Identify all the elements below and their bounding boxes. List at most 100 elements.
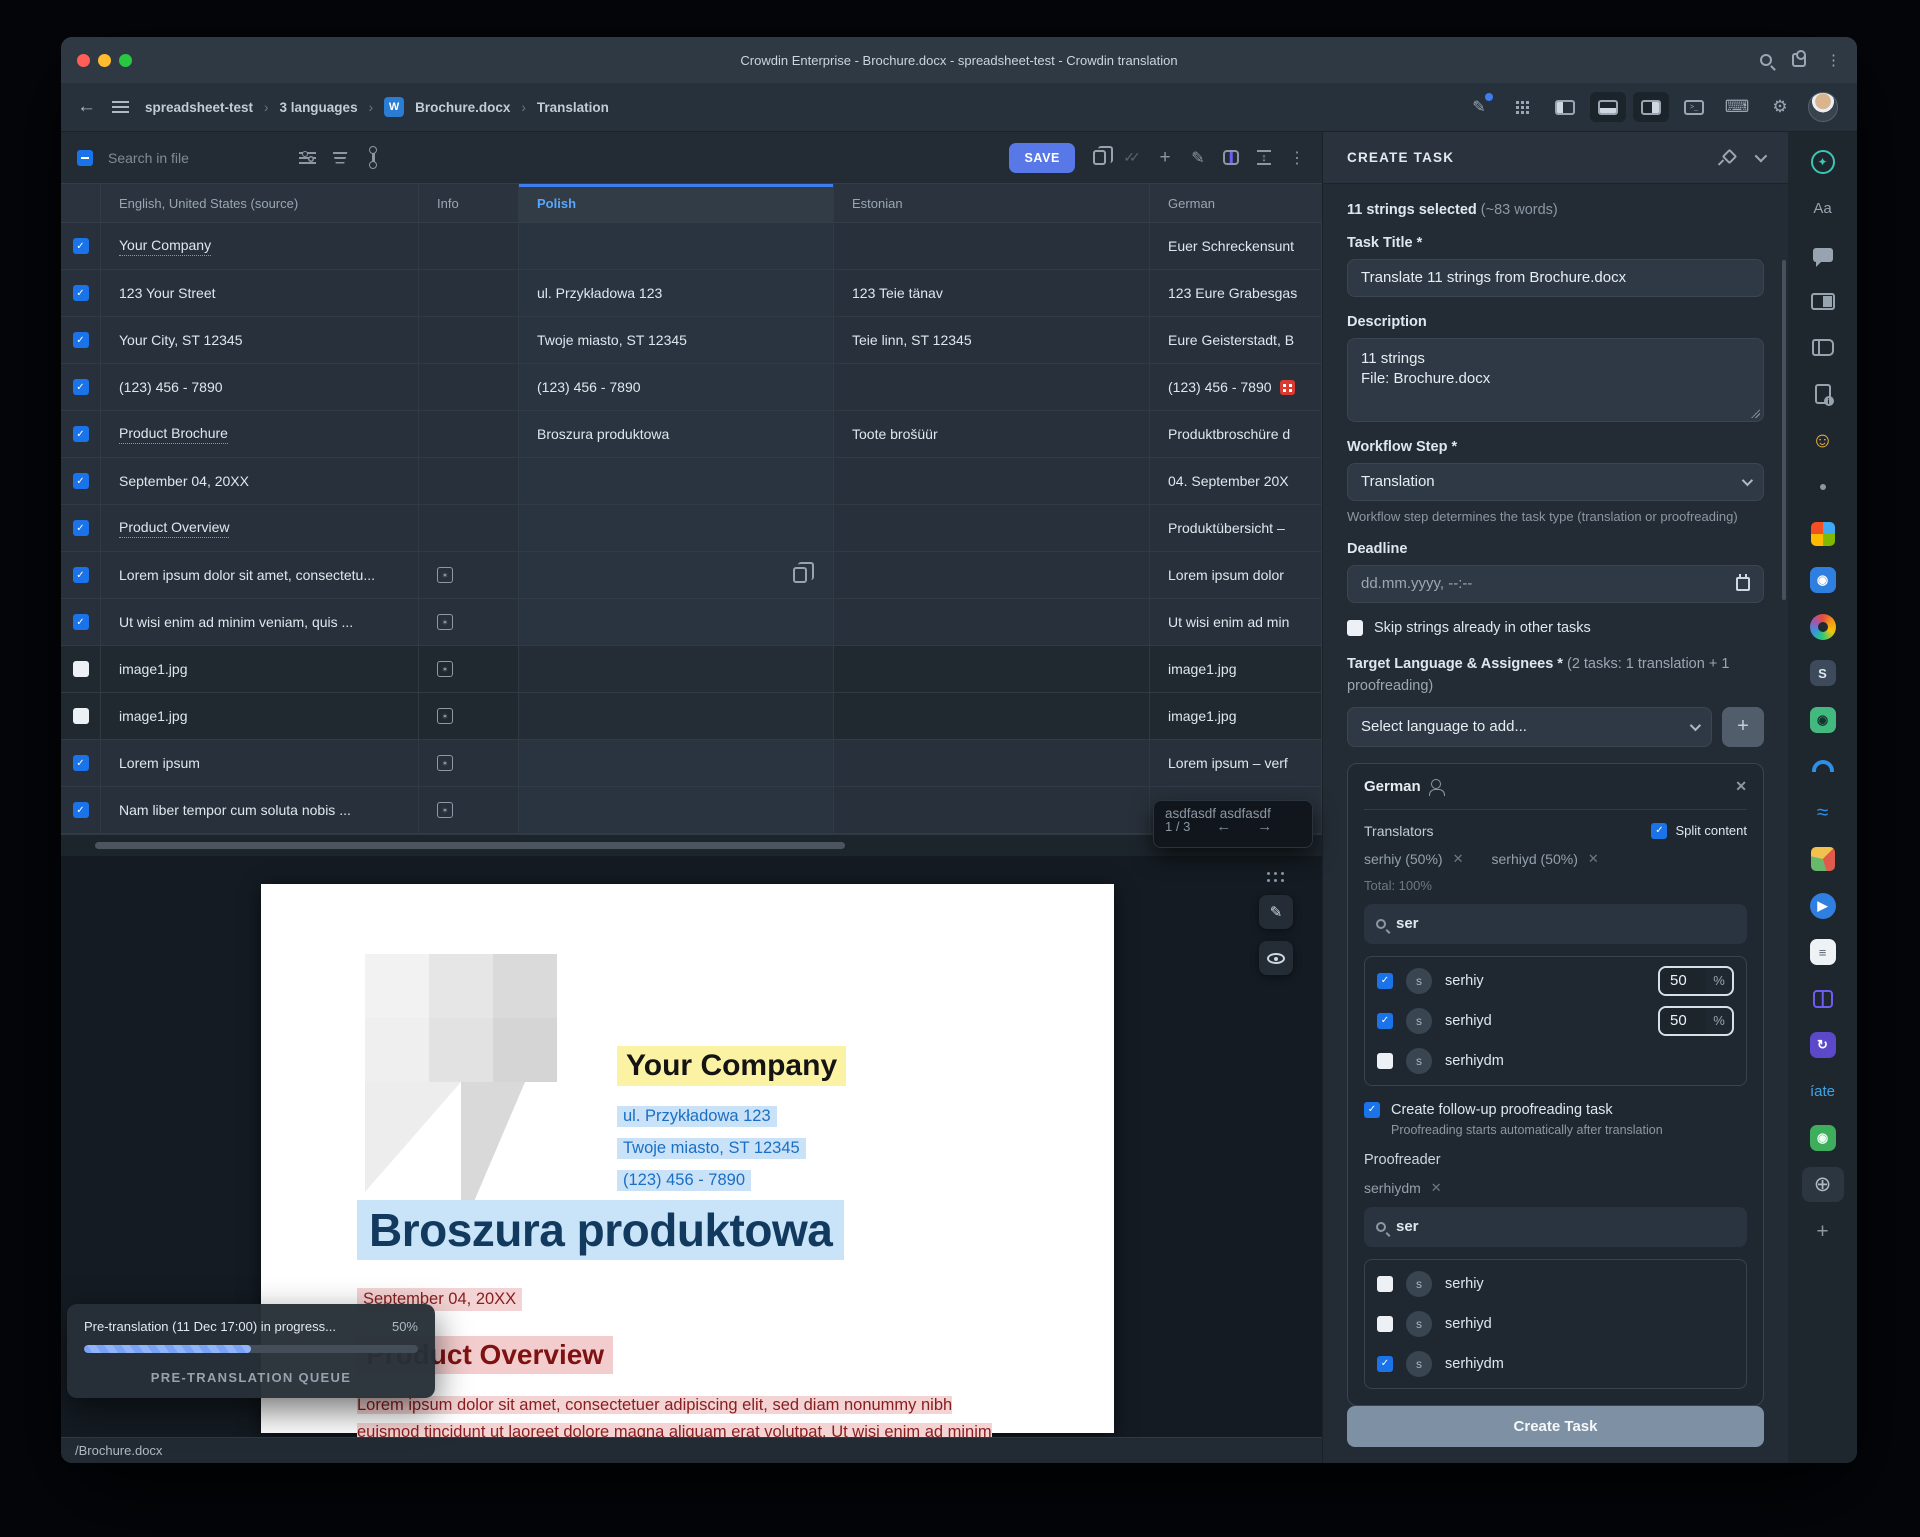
prev-arrow-icon[interactable]: ←	[1216, 818, 1231, 835]
create-task-button[interactable]: Create Task	[1347, 1406, 1764, 1447]
row-checkbox[interactable]	[73, 708, 89, 724]
add-column-icon[interactable]	[1222, 150, 1240, 165]
row-checkbox[interactable]: ✓	[73, 473, 89, 489]
assignee-checkbox[interactable]: ✓	[1377, 973, 1393, 989]
panel-scrollbar[interactable]	[1782, 260, 1786, 600]
create-task-rail-item[interactable]: ⊕	[1802, 1167, 1844, 1202]
preview-eye-button[interactable]	[1259, 941, 1293, 975]
app-preview-eye-icon[interactable]: ◉	[1802, 563, 1844, 598]
app-grammar-s-icon[interactable]: S	[1802, 656, 1844, 691]
string-context-icon[interactable]: ✶	[437, 661, 453, 677]
layout-right-icon[interactable]	[1633, 92, 1669, 122]
info-cell[interactable]	[419, 458, 519, 504]
apps-grid-icon[interactable]	[1504, 92, 1540, 122]
source-cell[interactable]: Your Company	[101, 223, 419, 269]
share-input[interactable]: %	[1658, 966, 1734, 996]
info-cell[interactable]	[419, 223, 519, 269]
comments-icon[interactable]	[1802, 237, 1844, 272]
row-checkbox[interactable]: ✓	[73, 332, 89, 348]
estonian-cell[interactable]	[834, 552, 1150, 598]
source-cell[interactable]: Lorem ipsum	[101, 740, 419, 786]
app-translator-icon[interactable]	[1802, 516, 1844, 551]
source-cell[interactable]: Product Overview	[101, 505, 419, 551]
share-percent-field[interactable]	[1660, 1008, 1706, 1034]
keyboard-shortcuts-icon[interactable]: ⌨	[1719, 92, 1755, 122]
column-info[interactable]: Info	[419, 184, 519, 222]
row-checkbox[interactable]: ✓	[73, 755, 89, 771]
remove-chip-icon[interactable]: ✕	[1588, 851, 1599, 867]
add-language-button[interactable]: +	[1722, 707, 1764, 747]
preview-drag-handle[interactable]	[1267, 872, 1286, 883]
estonian-cell[interactable]: 123 Teie tänav	[834, 270, 1150, 316]
estonian-cell[interactable]	[834, 223, 1150, 269]
source-cell[interactable]: Lorem ipsum dolor sit amet, consectetu..…	[101, 552, 419, 598]
deadline-input[interactable]: dd.mm.yyyy, --:--	[1347, 565, 1764, 603]
app-bird-icon[interactable]: ≈	[1802, 795, 1844, 830]
row-checkbox[interactable]: ✓	[73, 379, 89, 395]
toolbar-more-icon[interactable]: ⋮	[1288, 148, 1306, 168]
assignee-checkbox[interactable]	[1377, 1316, 1393, 1332]
estonian-cell[interactable]	[834, 693, 1150, 739]
expand-rows-icon[interactable]: ↕	[1255, 150, 1273, 165]
estonian-cell[interactable]: Toote brošüür	[834, 411, 1150, 457]
assignee-row[interactable]: sserhiy	[1365, 1264, 1746, 1304]
main-menu-icon[interactable]	[112, 101, 129, 114]
breadcrumb-item[interactable]: Translation	[537, 100, 609, 115]
emoji-reactions-icon[interactable]: ☺	[1802, 423, 1844, 458]
app-arc-icon[interactable]	[1802, 749, 1844, 784]
console-icon[interactable]: >_	[1676, 92, 1712, 122]
source-cell[interactable]: Your City, ST 12345	[101, 317, 419, 363]
row-checkbox[interactable]	[73, 661, 89, 677]
estonian-cell[interactable]: Teie linn, ST 12345	[834, 317, 1150, 363]
polish-cell[interactable]	[519, 223, 834, 269]
app-doc-add-icon[interactable]: ≡	[1802, 935, 1844, 970]
source-cell[interactable]: image1.jpg	[101, 693, 419, 739]
polish-cell[interactable]: Broszura produktowa	[519, 411, 834, 457]
app-cube-icon[interactable]	[1802, 842, 1844, 877]
row-checkbox[interactable]: ✓	[73, 426, 89, 442]
info-cell[interactable]: ✶	[419, 787, 519, 833]
share-percent-field[interactable]	[1660, 968, 1706, 994]
source-cell[interactable]: Ut wisi enim ad minim veniam, quis ...	[101, 599, 419, 645]
source-cell[interactable]: (123) 456 - 7890	[101, 364, 419, 410]
polish-cell[interactable]	[519, 458, 834, 504]
assignee-row[interactable]: sserhiydm	[1365, 1041, 1746, 1081]
estonian-cell[interactable]	[834, 646, 1150, 692]
info-cell[interactable]	[419, 317, 519, 363]
info-cell[interactable]	[419, 411, 519, 457]
info-cell[interactable]: ✶	[419, 646, 519, 692]
split-content-checkbox[interactable]: ✓	[1651, 823, 1667, 839]
breadcrumb-item[interactable]: spreadsheet-test	[145, 100, 253, 115]
filter-settings-icon[interactable]	[298, 151, 316, 164]
app-green-eye-icon[interactable]: ◉	[1802, 1121, 1844, 1156]
edit-string-icon[interactable]: ✎	[1189, 148, 1207, 168]
polish-cell[interactable]	[519, 599, 834, 645]
remove-chip-icon[interactable]: ✕	[1453, 851, 1464, 867]
info-cell[interactable]	[419, 505, 519, 551]
assignee-row[interactable]: ✓sserhiyd%	[1365, 1001, 1746, 1041]
copy-source-icon[interactable]	[1090, 150, 1108, 165]
info-cell[interactable]: ✶	[419, 599, 519, 645]
approve-all-icon[interactable]: ✓✓	[1123, 149, 1141, 166]
assignee-checkbox[interactable]: ✓	[1377, 1356, 1393, 1372]
workflow-step-select[interactable]: Translation	[1347, 463, 1764, 501]
source-cell[interactable]: September 04, 20XX	[101, 458, 419, 504]
german-cell[interactable]: Produktbroschüre d	[1150, 411, 1322, 457]
layout-bottom-icon[interactable]	[1590, 92, 1626, 122]
info-cell[interactable]	[419, 270, 519, 316]
string-context-icon[interactable]: ✶	[437, 802, 453, 818]
german-cell[interactable]: 04. September 20X	[1150, 458, 1322, 504]
file-context-icon[interactable]	[1802, 377, 1844, 412]
string-context-icon[interactable]: ✶	[437, 614, 453, 630]
german-cell[interactable]: Lorem ipsum dolor	[1150, 552, 1322, 598]
browser-menu-icon[interactable]: ⋮	[1826, 51, 1841, 69]
app-capture-icon[interactable]: ◉	[1802, 702, 1844, 737]
polish-cell[interactable]	[519, 740, 834, 786]
estonian-cell[interactable]	[834, 740, 1150, 786]
app-color-wheel-icon[interactable]	[1802, 609, 1844, 644]
calendar-icon[interactable]	[1736, 577, 1750, 591]
source-cell[interactable]: Product Brochure	[101, 411, 419, 457]
preview-edit-button[interactable]: ✎	[1259, 895, 1293, 929]
german-cell[interactable]: 123 Eure Grabesgas	[1150, 270, 1322, 316]
ai-assistant-icon[interactable]: ✦	[1802, 144, 1844, 179]
